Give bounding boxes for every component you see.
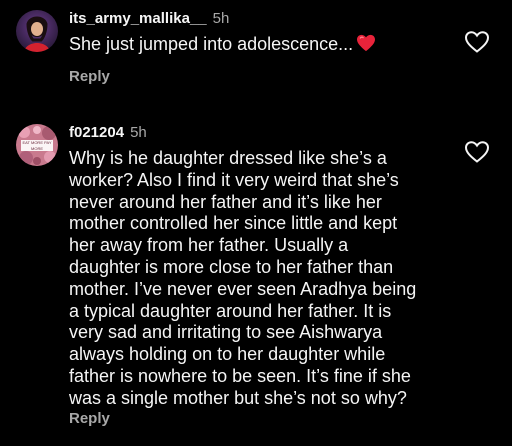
comment-text-line: mother. I’ve never ever seen Aradhya bei… xyxy=(69,278,417,299)
comment-2: EAT MORE PAY MORE f021204 5h Why is he da… xyxy=(0,0,512,446)
comment-text-line: was a single mother but she’s not so why… xyxy=(69,387,407,408)
timestamp: 5h xyxy=(130,124,147,141)
comment-text-line: always holding on to her daughter while xyxy=(69,344,386,365)
comment-text-line: a typical daughter around her father. It… xyxy=(69,300,392,321)
reply-button[interactable]: Reply xyxy=(69,410,110,427)
comment-text-line: daughter is more close to her father tha… xyxy=(69,256,394,277)
comment-text-line: very sad and irritating to see Aishwarya xyxy=(69,322,383,343)
comment-text-line: her away from her father. Usually a xyxy=(69,235,349,256)
comment-text-line: mother controlled her since little and k… xyxy=(69,213,398,234)
comment-text-line: worker? Also I find it very weird that s… xyxy=(69,169,399,190)
heart-outline-icon[interactable] xyxy=(464,140,490,164)
comment-text-line: Why is he daughter dressed like she’s a xyxy=(69,148,387,168)
comment-text: Why is he daughter dressed like she’s a … xyxy=(69,148,469,410)
comment-meta: f021204 5h xyxy=(69,124,147,142)
username[interactable]: f021204 xyxy=(69,124,124,141)
comment-text-line: never around her father and it’s like he… xyxy=(69,191,382,212)
comment-text-line: father is nowhere to be seen. It’s fine … xyxy=(69,365,411,386)
avatar[interactable]: EAT MORE PAY MORE xyxy=(16,124,58,166)
avatar-caption: EAT MORE PAY MORE xyxy=(22,140,52,151)
